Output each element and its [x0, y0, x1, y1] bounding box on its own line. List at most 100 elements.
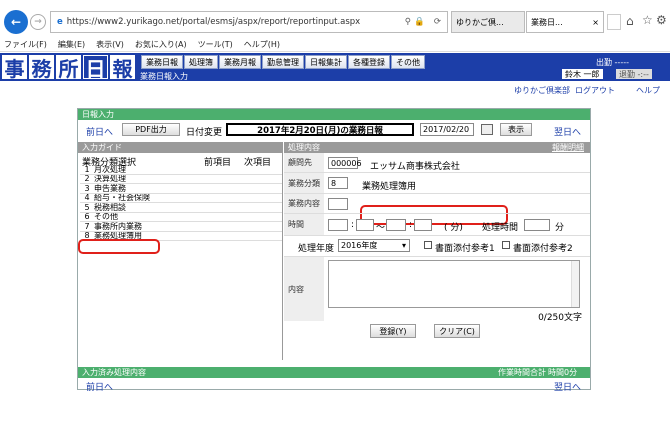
list-item[interactable]: 5 税務相談 — [80, 203, 282, 213]
clear-button[interactable]: クリア(C) — [434, 324, 480, 338]
url-text: https://www2.yurikago.net/portal/esmsj/a… — [66, 17, 361, 27]
attach2-checkbox[interactable] — [502, 241, 510, 249]
done-header: 入力済み処理内容 作業時間合計 時間0分 — [78, 367, 590, 378]
tab-yurikago[interactable]: ゆりかご倶... — [451, 11, 525, 33]
prev-item-link[interactable]: 前項目 — [204, 155, 231, 168]
start-min-field[interactable] — [356, 219, 374, 231]
forward-button[interactable]: → — [30, 14, 46, 30]
scrollbar[interactable] — [571, 261, 579, 307]
nav-process-book[interactable]: 処理簿 — [184, 55, 218, 69]
top-links: ゆりかご倶楽部 ログアウト ヘルプ — [0, 85, 670, 97]
form-header-label: 処理内容 — [288, 143, 320, 152]
body-row: 内容 0/250文字 — [284, 256, 590, 323]
item-label: 決算処理 — [94, 174, 126, 184]
menu-edit[interactable]: 編集(E) — [58, 39, 85, 50]
body-textarea[interactable] — [328, 260, 580, 308]
input-guide: 入力ガイド 業務分類選択 前項目 次項目 1 月次処理 2 決算処理 3 申告業務 4… — [78, 142, 283, 360]
item-no: 3 — [84, 184, 90, 193]
item-no: 2 — [84, 174, 90, 184]
start-hour-field[interactable] — [328, 219, 348, 231]
nav-registration[interactable]: 各種登録 — [348, 55, 390, 69]
fiscal-value: 2016年度 — [341, 241, 378, 250]
menu-file[interactable]: ファイル(F) — [4, 39, 47, 50]
nav-attendance[interactable]: 勤怠管理 — [262, 55, 304, 69]
clock-out-button[interactable]: 退勤 -:-- — [616, 69, 652, 79]
daily-report-panel: 日報入力 前日へ PDF出力 日付変更 2017年2月20日(月)の業務日報 2… — [77, 108, 591, 393]
app-logo: 事 務 所 日 報 — [2, 55, 140, 81]
work-time-field[interactable] — [524, 219, 550, 231]
menu-view[interactable]: 表示(V) — [96, 39, 124, 50]
colon: : — [351, 220, 355, 230]
refresh-icon[interactable]: ⟳ — [434, 17, 441, 27]
attach1-checkbox[interactable] — [424, 241, 432, 249]
calendar-icon[interactable] — [481, 124, 493, 135]
content-row: 業務内容 — [284, 194, 590, 214]
done-section: 入力済み処理内容 作業時間合計 時間0分 前日へ 翌日へ — [78, 367, 590, 393]
total-label: 作業時間合計 — [498, 368, 546, 377]
item-label: その他 — [94, 212, 118, 222]
link-logout[interactable]: ログアウト — [575, 85, 615, 96]
client-label: 顧問先 — [284, 153, 324, 172]
form-header: 処理内容 報酬明細 — [284, 142, 590, 153]
menu-help[interactable]: ヘルプ(H) — [244, 39, 280, 50]
prev-day-link[interactable]: 前日へ — [86, 125, 113, 138]
home-icon[interactable]: ⌂ — [626, 14, 634, 28]
back-button[interactable]: ← — [4, 10, 28, 34]
nav-other[interactable]: その他 — [391, 55, 425, 69]
logo-char: 報 — [110, 55, 135, 81]
category-row: 業務分類 8 業務処理簿用 — [284, 173, 590, 194]
list-item[interactable]: 6 その他 — [80, 212, 282, 222]
close-icon[interactable]: × — [592, 18, 599, 27]
client-code-field[interactable]: 000006 — [328, 157, 362, 169]
category-code-field[interactable]: 8 — [328, 177, 348, 189]
item-label: 事務所内業務 — [94, 222, 142, 231]
nav-daily-report[interactable]: 業務日報 — [141, 55, 183, 69]
nav-report-summary[interactable]: 日報集計 — [305, 55, 347, 69]
item-no: 5 — [84, 203, 90, 212]
menu-tools[interactable]: ツール(T) — [198, 39, 233, 50]
logo-char: 事 — [2, 55, 27, 81]
next-day-link[interactable]: 翌日へ — [554, 125, 581, 138]
attach1-label: 書面添付参考1 — [435, 244, 495, 254]
logo-char: 務 — [29, 55, 54, 81]
user-name: 鈴木 一郎 — [562, 69, 603, 79]
next-item-link[interactable]: 次項目 — [244, 155, 271, 168]
list-item[interactable]: 7 事務所内業務 — [80, 222, 282, 232]
client-name: エッサム商事株式会社 — [370, 162, 460, 172]
menu-favorites[interactable]: お気に入り(A) — [135, 39, 187, 50]
show-button[interactable]: 表示 — [500, 123, 532, 136]
link-help[interactable]: ヘルプ — [636, 85, 660, 96]
tab-daily-report[interactable]: 業務日... × — [526, 11, 604, 33]
end-hour-field[interactable] — [386, 219, 406, 231]
fiscal-select[interactable]: 2016年度 ▾ — [338, 239, 410, 252]
list-item[interactable]: 4 給与・社会保険 — [80, 193, 282, 203]
list-item[interactable]: 3 申告業務 — [80, 184, 282, 194]
search-icon[interactable]: ⚲ — [405, 17, 411, 27]
new-tab-button[interactable] — [607, 14, 621, 30]
browser-menubar: ファイル(F) 編集(E) 表示(V) お気に入り(A) ツール(T) ヘルプ(… — [0, 37, 670, 52]
time-label: 時間 — [284, 214, 324, 235]
submit-button[interactable]: 登録(Y) — [370, 324, 416, 338]
logo-char: 所 — [56, 55, 81, 81]
list-item[interactable]: 2 決算処理 — [80, 174, 282, 184]
process-form: 処理内容 報酬明細 顧問先 000006 エッサム商事株式会社 業務分類 8 業… — [284, 142, 590, 360]
done-next-link[interactable]: 翌日へ — [554, 380, 581, 393]
nav-monthly-report[interactable]: 業務月報 — [219, 55, 261, 69]
done-header-label: 入力済み処理内容 — [82, 368, 146, 377]
date-input[interactable]: 2017/02/20 — [420, 123, 474, 136]
item-label: 給与・社会保険 — [94, 193, 150, 203]
pdf-output-button[interactable]: PDF出力 — [122, 123, 180, 136]
attach2-label: 書面添付参考2 — [513, 244, 573, 254]
link-yurikago[interactable]: ゆりかご倶楽部 — [514, 85, 570, 96]
star-icon[interactable]: ☆ — [642, 13, 653, 27]
guide-subheader: 業務分類選択 — [82, 158, 137, 168]
time-sep: ～ — [376, 223, 386, 233]
register-link[interactable]: 報酬明細 — [552, 142, 584, 153]
address-bar[interactable]: e https://www2.yurikago.net/portal/esmsj… — [50, 11, 448, 33]
work-time-label: 処理時間 — [482, 223, 519, 233]
done-prev-link[interactable]: 前日へ — [86, 380, 113, 393]
content-code-field[interactable] — [328, 198, 348, 210]
end-min-field[interactable] — [414, 219, 432, 231]
gear-icon[interactable]: ⚙ — [656, 13, 667, 27]
lock-icon[interactable]: 🔒 — [414, 17, 425, 27]
